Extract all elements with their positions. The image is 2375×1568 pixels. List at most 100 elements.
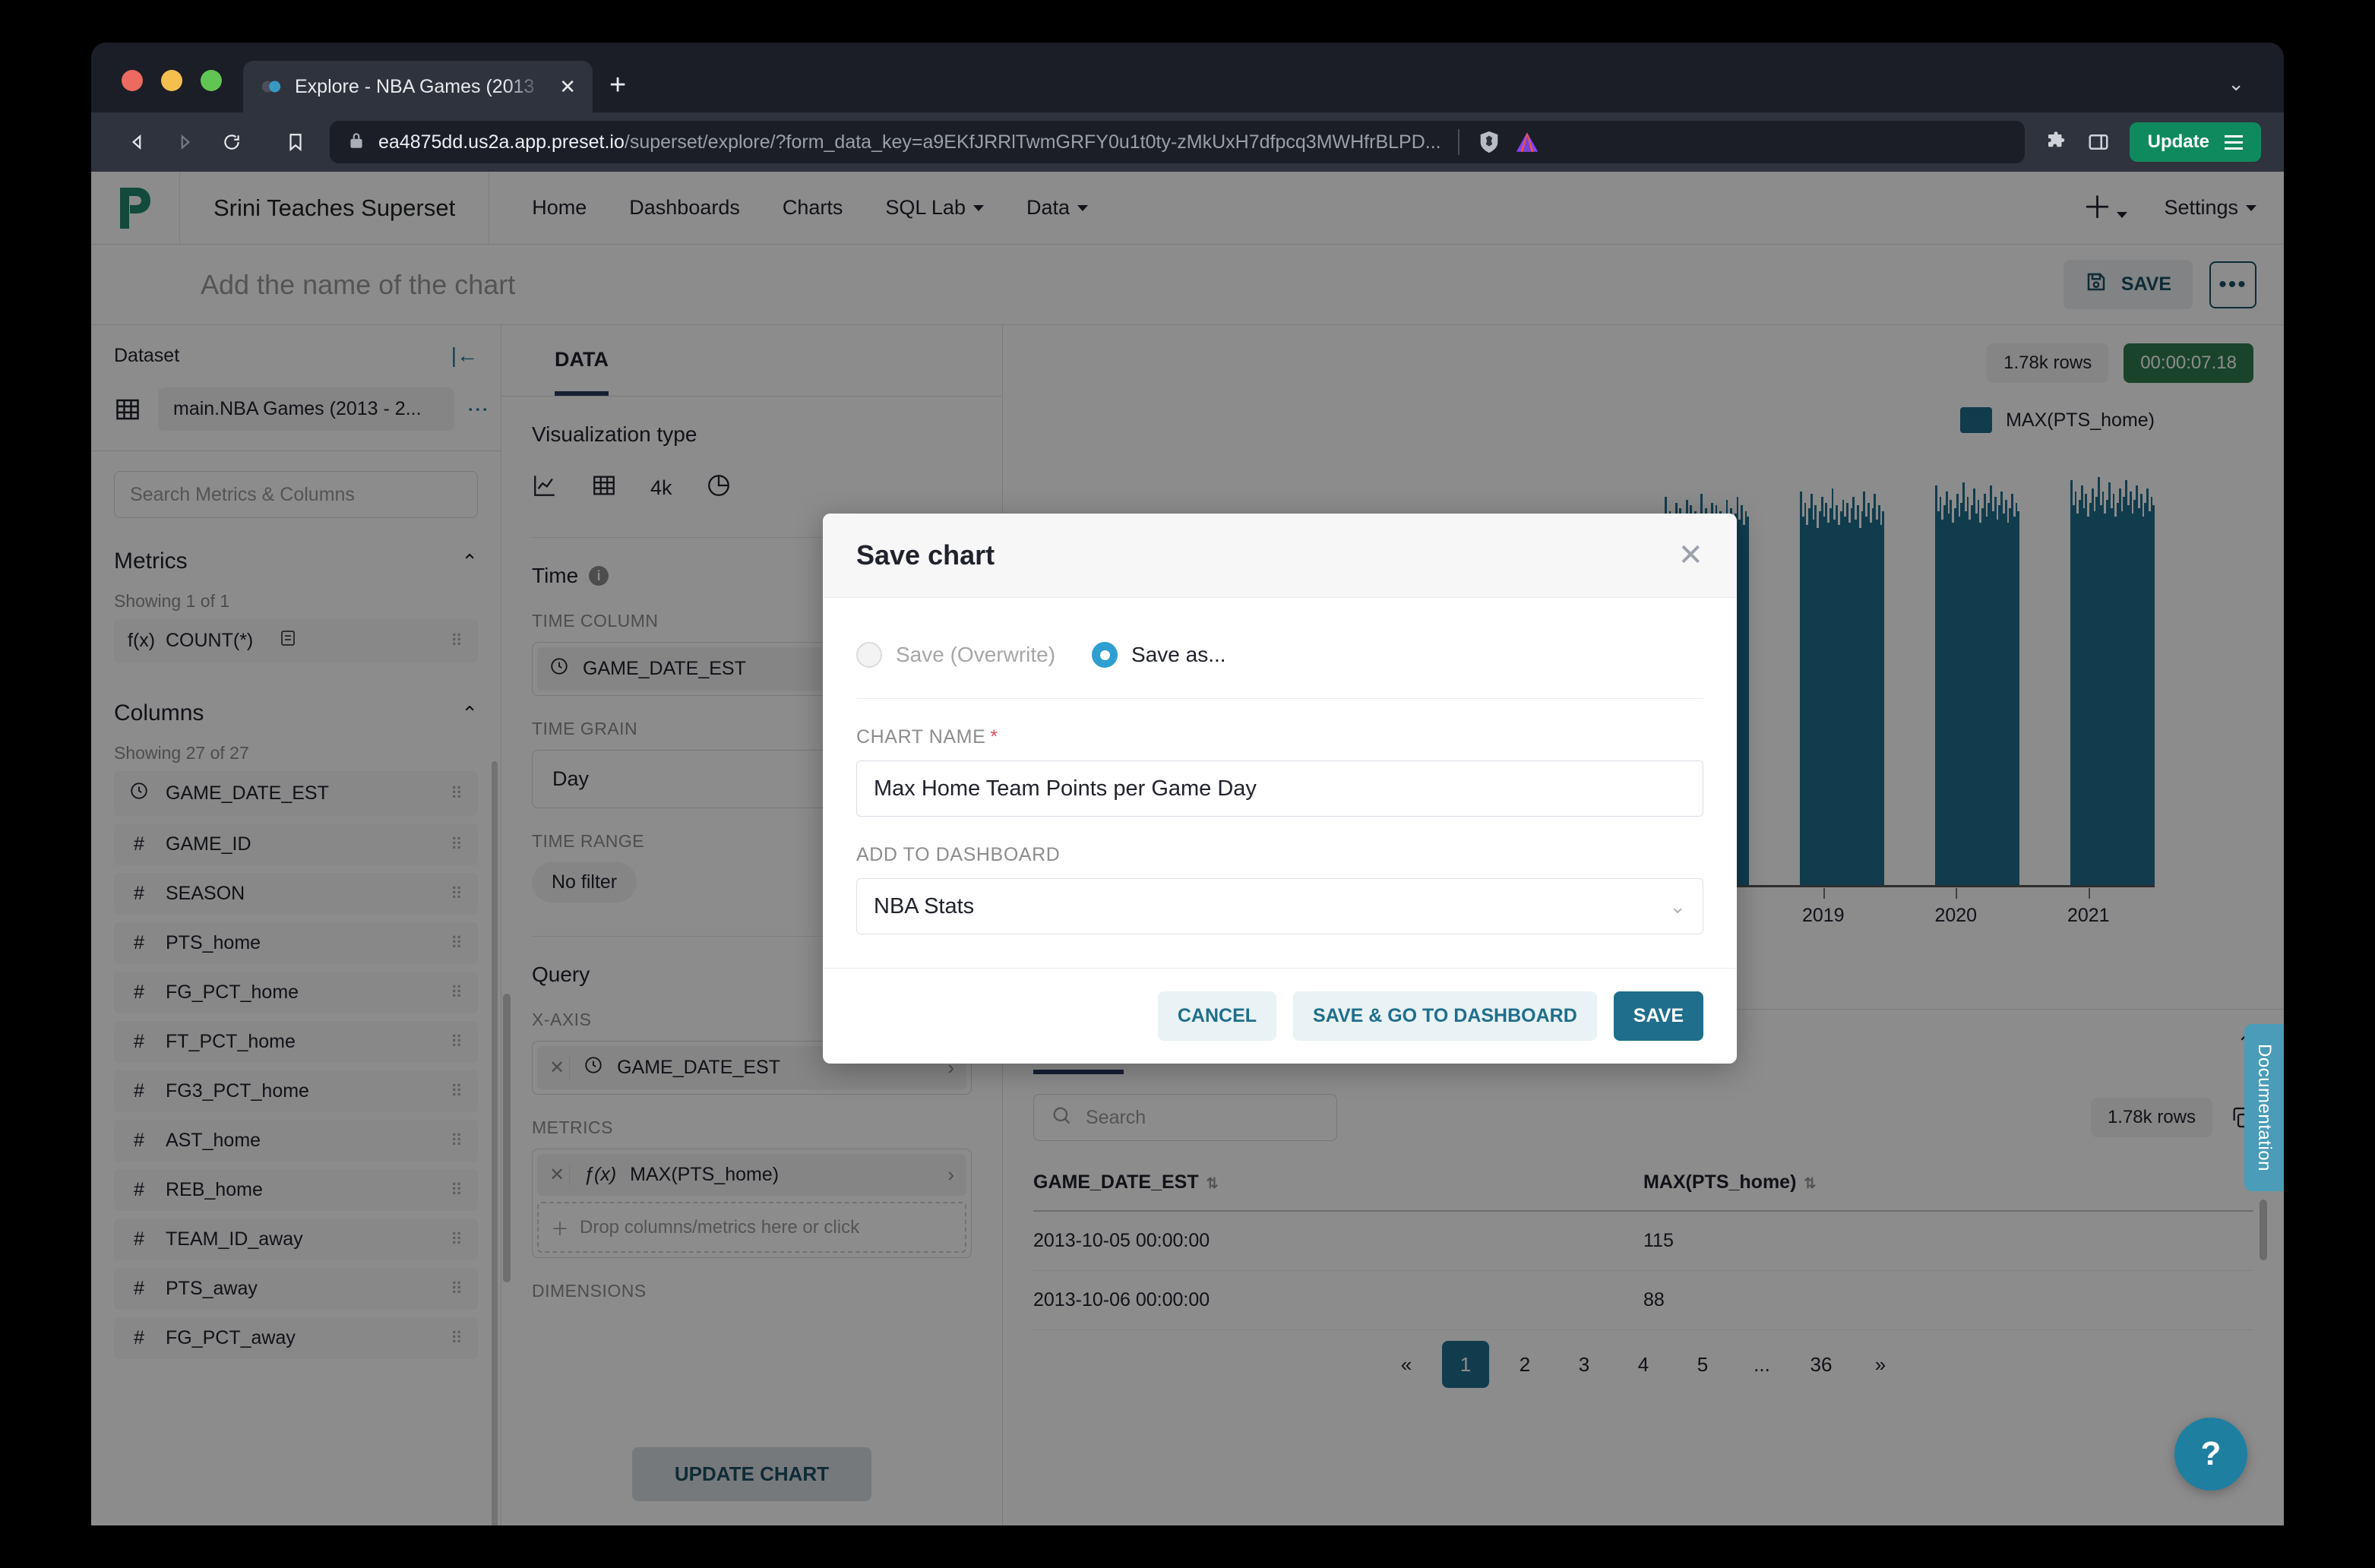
columns-section-header[interactable]: Columns ⌃ bbox=[91, 670, 501, 726]
column-item[interactable]: #FG_PCT_home⠿ bbox=[114, 972, 478, 1013]
dataset-menu-icon[interactable]: ⋮ bbox=[471, 399, 484, 420]
maximize-window-button[interactable] bbox=[201, 70, 222, 91]
close-icon[interactable]: ✕ bbox=[1678, 543, 1703, 567]
drag-handle-icon[interactable]: ⠿ bbox=[451, 1036, 464, 1048]
col-header-max-pts[interactable]: MAX(PTS_home)⇅ bbox=[1643, 1161, 2253, 1211]
collapse-panel-icon[interactable]: |← bbox=[451, 343, 478, 368]
reload-button[interactable] bbox=[208, 119, 255, 166]
pagination-item[interactable]: 1 bbox=[1442, 1341, 1489, 1388]
save-and-go-to-dashboard-button[interactable]: SAVE & GO TO DASHBOARD bbox=[1293, 991, 1597, 1041]
chevron-up-icon[interactable]: ⌃ bbox=[461, 702, 478, 726]
metrics-section-header[interactable]: Metrics ⌃ bbox=[91, 518, 501, 574]
column-item[interactable]: #PTS_home⠿ bbox=[114, 922, 478, 964]
more-options-button[interactable]: ••• bbox=[2209, 261, 2256, 308]
save-button[interactable]: SAVE bbox=[2063, 260, 2193, 309]
pagination-item[interactable]: 4 bbox=[1620, 1341, 1667, 1388]
add-new-button[interactable]: ＋ bbox=[2082, 193, 2127, 223]
update-button[interactable]: Update bbox=[2130, 122, 2261, 162]
pagination-item[interactable]: ... bbox=[1738, 1341, 1785, 1388]
dataset-scrollbar[interactable] bbox=[492, 761, 498, 1525]
drag-handle-icon[interactable]: ⠿ bbox=[451, 1283, 464, 1295]
column-item[interactable]: #AST_home⠿ bbox=[114, 1120, 478, 1162]
close-window-button[interactable] bbox=[122, 70, 143, 91]
dataset-selector-row[interactable]: main.NBA Games (2013 - 2... ⋮ bbox=[91, 375, 501, 450]
column-item[interactable]: #SEASON⠿ bbox=[114, 873, 478, 915]
pie-chart-icon[interactable] bbox=[706, 473, 732, 504]
pagination-item[interactable]: « bbox=[1383, 1341, 1430, 1388]
remove-icon[interactable]: ✕ bbox=[549, 1164, 570, 1186]
new-tab-button[interactable]: + bbox=[609, 69, 626, 102]
nav-item-sql-lab[interactable]: SQL Lab bbox=[885, 196, 984, 220]
column-item[interactable]: #FG_PCT_away⠿ bbox=[114, 1317, 478, 1359]
settings-menu[interactable]: Settings bbox=[2164, 196, 2256, 220]
table-row[interactable]: 2013-10-05 00:00:00115 bbox=[1033, 1211, 2253, 1271]
column-item[interactable]: #FT_PCT_home⠿ bbox=[114, 1021, 478, 1063]
chart-title-input[interactable]: Add the name of the chart bbox=[119, 269, 515, 301]
metrics-dropzone[interactable]: ＋ Drop columns/metrics here or click bbox=[537, 1202, 966, 1253]
back-button[interactable] bbox=[114, 119, 161, 166]
update-chart-button[interactable]: UPDATE CHART bbox=[632, 1447, 871, 1501]
bookmark-icon[interactable] bbox=[272, 119, 319, 166]
documentation-tab[interactable]: Documentation bbox=[2244, 1024, 2284, 1191]
control-panel-scrollbar[interactable] bbox=[503, 994, 511, 1282]
chevron-up-icon[interactable]: ⌃ bbox=[461, 550, 478, 574]
column-item[interactable]: GAME_DATE_EST⠿ bbox=[114, 771, 478, 816]
metrics-field[interactable]: ✕ ƒ(x) MAX(PTS_home) › ＋ Drop columns/me… bbox=[532, 1149, 972, 1258]
column-item[interactable]: #FG3_PCT_home⠿ bbox=[114, 1070, 478, 1112]
search-metrics-columns-input[interactable]: Search Metrics & Columns bbox=[114, 471, 478, 518]
metric-chip[interactable]: ✕ ƒ(x) MAX(PTS_home) › bbox=[537, 1154, 966, 1196]
drag-handle-icon[interactable]: ⠿ bbox=[451, 1135, 464, 1146]
dataset-name[interactable]: main.NBA Games (2013 - 2... bbox=[158, 387, 454, 431]
column-item[interactable]: #REB_home⠿ bbox=[114, 1169, 478, 1211]
drag-handle-icon[interactable]: ⠿ bbox=[451, 987, 464, 998]
chart-legend[interactable]: MAX(PTS_home) bbox=[1033, 407, 2253, 433]
help-button[interactable]: ? bbox=[2174, 1418, 2247, 1491]
pagination-item[interactable]: 2 bbox=[1501, 1341, 1548, 1388]
pagination-item[interactable]: 3 bbox=[1561, 1341, 1608, 1388]
browser-menu-icon[interactable] bbox=[2225, 135, 2243, 150]
chevron-down-icon[interactable]: ⌄ bbox=[2228, 72, 2244, 96]
sort-icon[interactable]: ⇅ bbox=[1199, 1176, 1219, 1192]
radio-save-as[interactable]: Save as... bbox=[1092, 642, 1226, 668]
drag-handle-icon[interactable]: ⠿ bbox=[451, 888, 464, 899]
time-range-value[interactable]: No filter bbox=[532, 862, 637, 903]
results-search-input[interactable]: Search bbox=[1033, 1094, 1337, 1141]
nav-item-charts[interactable]: Charts bbox=[783, 196, 843, 220]
chevron-down-icon[interactable]: ⌄ bbox=[1669, 895, 1686, 918]
column-item[interactable]: #TEAM_ID_away⠿ bbox=[114, 1219, 478, 1260]
results-table[interactable]: GAME_DATE_EST⇅ MAX(PTS_home)⇅ 2013-10-05… bbox=[1033, 1161, 2253, 1330]
radio-save-overwrite[interactable]: Save (Overwrite) bbox=[856, 642, 1055, 668]
col-header-game-date[interactable]: GAME_DATE_EST⇅ bbox=[1033, 1161, 1643, 1211]
tab-data[interactable]: DATA bbox=[555, 325, 609, 396]
superset-brand[interactable]: Srini Teaches Superset bbox=[179, 172, 489, 245]
drag-handle-icon[interactable]: ⠿ bbox=[451, 1184, 464, 1196]
drag-handle-icon[interactable]: ⠿ bbox=[451, 839, 464, 850]
table-icon[interactable] bbox=[591, 473, 617, 504]
column-item[interactable]: #GAME_ID⠿ bbox=[114, 824, 478, 865]
drag-handle-icon[interactable]: ⠿ bbox=[451, 788, 464, 799]
line-chart-icon[interactable] bbox=[532, 473, 558, 504]
chart-name-input[interactable]: Max Home Team Points per Game Day bbox=[856, 760, 1703, 817]
browser-tab[interactable]: Explore - NBA Games (2013 - 2 ✕ bbox=[243, 61, 593, 112]
dataset-scroll-area[interactable]: Metrics ⌃ Showing 1 of 1 f(x) COUNT(*) ⠿… bbox=[91, 518, 501, 1525]
sort-icon[interactable]: ⇅ bbox=[1796, 1176, 1816, 1192]
cancel-button[interactable]: CANCEL bbox=[1158, 991, 1276, 1041]
drag-handle-icon[interactable]: ⠿ bbox=[451, 1332, 464, 1344]
minimize-window-button[interactable] bbox=[161, 70, 182, 91]
drag-handle-icon[interactable]: ⠿ bbox=[451, 937, 464, 949]
results-scrollbar[interactable] bbox=[2260, 1200, 2267, 1260]
forward-button[interactable] bbox=[161, 119, 208, 166]
metric-item[interactable]: f(x) COUNT(*) ⠿ bbox=[114, 619, 478, 662]
info-icon[interactable]: i bbox=[589, 566, 609, 586]
nav-item-home[interactable]: Home bbox=[532, 196, 587, 220]
brave-shields-icon[interactable] bbox=[1476, 129, 1502, 155]
chevron-right-icon[interactable]: › bbox=[947, 1163, 954, 1187]
address-bar[interactable]: ea4875dd.us2a.app.preset.io/superset/exp… bbox=[330, 121, 2025, 163]
column-item[interactable]: #PTS_away⠿ bbox=[114, 1268, 478, 1310]
table-row[interactable]: 2013-10-06 00:00:0088 bbox=[1033, 1271, 2253, 1330]
pagination-item[interactable]: » bbox=[1857, 1341, 1904, 1388]
drag-handle-icon[interactable]: ⠿ bbox=[451, 1234, 464, 1245]
modal-save-button[interactable]: SAVE bbox=[1614, 991, 1703, 1041]
remove-icon[interactable]: ✕ bbox=[549, 1057, 570, 1079]
sidebar-toggle-icon[interactable] bbox=[2087, 131, 2110, 153]
